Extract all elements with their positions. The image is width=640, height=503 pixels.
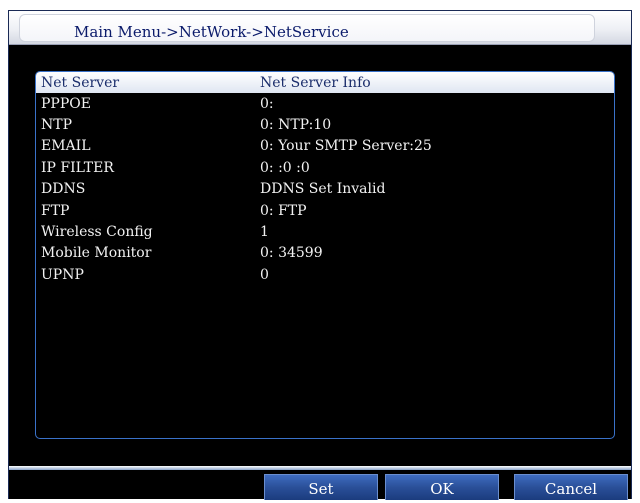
service-name: IP FILTER — [41, 159, 114, 176]
title-bar: Main Menu->NetWork->NetService — [9, 11, 631, 45]
service-info: 0: Your SMTP Server:25 — [260, 138, 432, 155]
table-row-pppoe[interactable]: PPPOE 0: — [36, 93, 614, 114]
table-row-email[interactable]: EMAIL 0: Your SMTP Server:25 — [36, 136, 614, 157]
service-info: 0: — [260, 95, 274, 112]
netservice-window: Main Menu->NetWork->NetService Net Serve… — [8, 10, 632, 500]
service-info: 0: FTP — [260, 202, 307, 219]
column-header-net-server: Net Server — [41, 74, 120, 91]
service-info: 0: :0 :0 — [260, 159, 310, 176]
breadcrumb-title: Main Menu->NetWork->NetService — [74, 23, 349, 41]
service-name: EMAIL — [41, 138, 91, 155]
table-row-ftp[interactable]: FTP 0: FTP — [36, 200, 614, 221]
service-info: 0 — [260, 266, 269, 283]
table-row-ntp[interactable]: NTP 0: NTP:10 — [36, 114, 614, 135]
table-row-ip-filter[interactable]: IP FILTER 0: :0 :0 — [36, 157, 614, 178]
service-info: 0: NTP:10 — [260, 117, 332, 134]
service-info: 0: 34599 — [260, 245, 323, 262]
service-name: PPPOE — [41, 95, 91, 112]
service-info: DDNS Set Invalid — [260, 181, 386, 198]
service-name: NTP — [41, 117, 73, 134]
table-row-mobile-monitor[interactable]: Mobile Monitor 0: 34599 — [36, 243, 614, 264]
service-name: Wireless Config — [41, 224, 153, 241]
footer-divider — [9, 466, 631, 470]
service-name: UPNP — [41, 266, 84, 283]
set-button[interactable]: Set — [264, 474, 378, 500]
table-header: Net Server Net Server Info — [36, 72, 614, 93]
service-info: 1 — [260, 224, 269, 241]
cancel-button[interactable]: Cancel — [514, 474, 628, 500]
service-name: DDNS — [41, 181, 86, 198]
column-header-net-server-info: Net Server Info — [260, 74, 371, 91]
service-name: Mobile Monitor — [41, 245, 152, 262]
table-row-ddns[interactable]: DDNS DDNS Set Invalid — [36, 179, 614, 200]
table-row-upnp[interactable]: UPNP 0 — [36, 264, 614, 285]
service-name: FTP — [41, 202, 70, 219]
net-service-table: Net Server Net Server Info PPPOE 0: NTP … — [35, 71, 615, 439]
ok-button[interactable]: OK — [385, 474, 499, 500]
table-row-wireless-config[interactable]: Wireless Config 1 — [36, 221, 614, 242]
